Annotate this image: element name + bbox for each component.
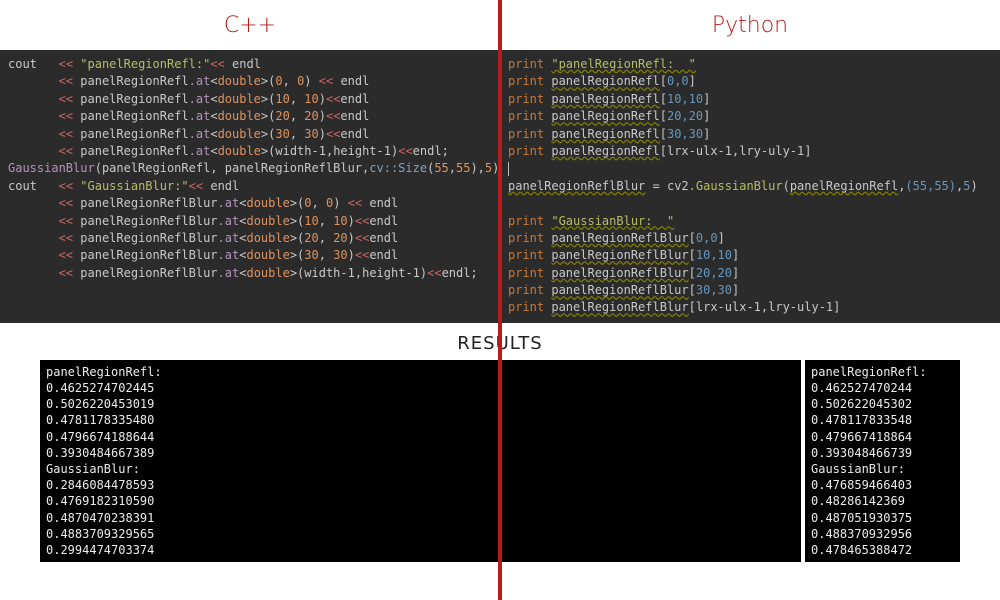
header-cpp: C++ [0,13,500,38]
text-cursor [508,162,509,176]
cpp-code-pane: cout << "panelRegionRefl:"<< endl << pan… [0,50,500,323]
cpp-cout: cout [8,57,37,71]
header-python: Python [500,13,1000,38]
results-python: panelRegionRefl: 0.462527470244 0.502622… [805,360,960,562]
python-code-pane: print "panelRegionRefl: " print panelReg… [500,50,1000,323]
results-cpp: panelRegionRefl: 0.4625274702445 0.50262… [40,360,801,562]
vertical-divider [498,0,502,600]
